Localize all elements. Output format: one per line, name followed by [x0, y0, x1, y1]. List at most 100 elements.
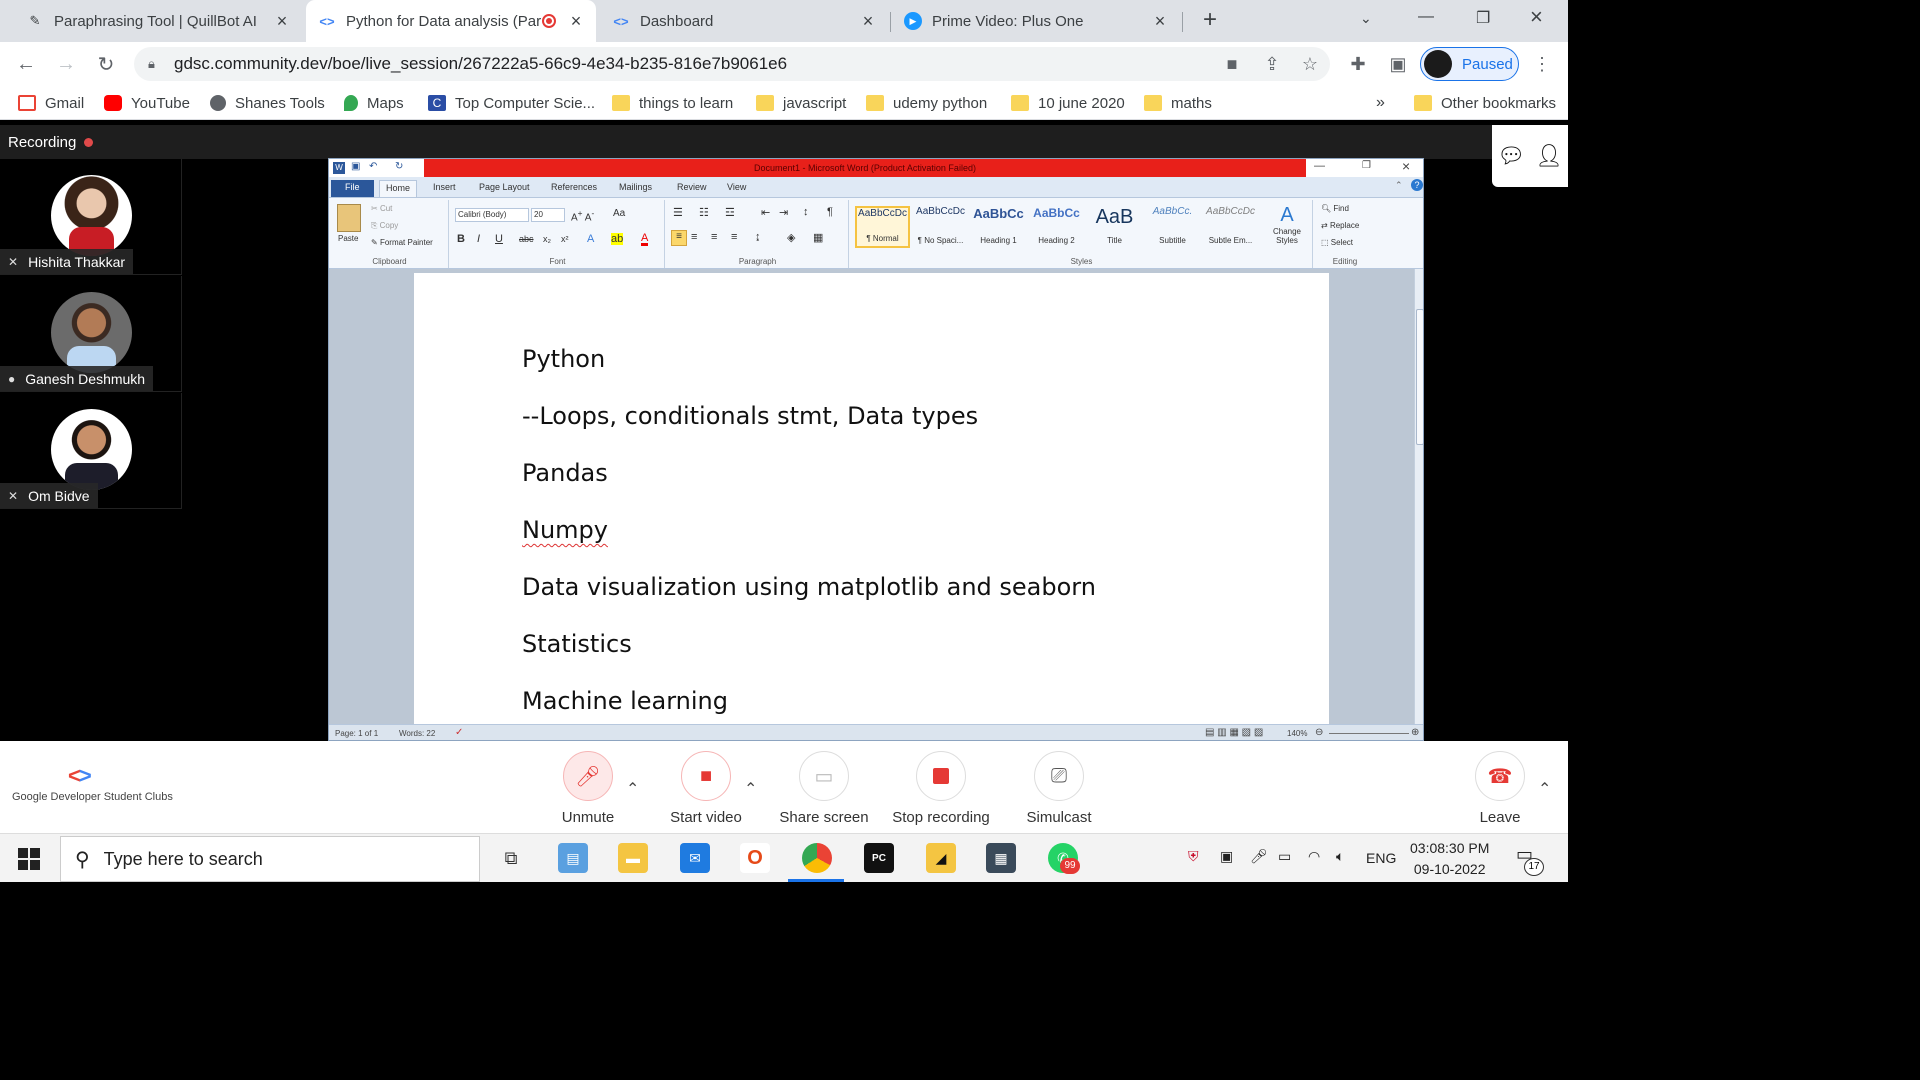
- participant-tile[interactable]: ● Ganesh Deshmukh: [0, 276, 182, 392]
- bookmark-udemy-python[interactable]: udemy python: [866, 92, 987, 114]
- select-button[interactable]: ⬚ Select: [1321, 238, 1353, 247]
- bookmark-10-june-2020[interactable]: 10 june 2020: [1011, 92, 1125, 114]
- style-heading-2[interactable]: AaBbCc Heading 2: [1029, 206, 1084, 248]
- word-minimize-icon[interactable]: —: [1314, 160, 1325, 172]
- window-close-icon[interactable]: ×: [1530, 4, 1543, 30]
- mail-icon[interactable]: ✉: [680, 843, 710, 873]
- font-size-select[interactable]: 20: [531, 208, 565, 222]
- style-normal[interactable]: AaBbCcDc ¶ Normal: [855, 206, 910, 248]
- copy-button[interactable]: ⎘ Copy: [371, 221, 398, 231]
- bookmark-things-to-learn[interactable]: things to learn: [612, 92, 733, 114]
- audio-options-chevron-icon[interactable]: ⌃: [626, 779, 639, 799]
- participant-tile[interactable]: ✕ Hishita Thakkar: [0, 159, 182, 275]
- chrome-icon[interactable]: [802, 843, 832, 873]
- profile-button[interactable]: Paused: [1420, 47, 1519, 81]
- page-count[interactable]: Page: 1 of 1: [335, 729, 378, 738]
- tab-quillbot[interactable]: ✎ Paraphrasing Tool | QuillBot AI ×: [14, 0, 302, 42]
- show-marks-icon[interactable]: ¶: [827, 206, 833, 218]
- numbering-icon[interactable]: ☷: [699, 206, 709, 219]
- leave-options-chevron-icon[interactable]: ⌃: [1538, 779, 1551, 799]
- video-options-chevron-icon[interactable]: ⌃: [744, 779, 757, 799]
- align-left-icon[interactable]: ≡: [671, 230, 687, 246]
- style-subtitle[interactable]: AaBbCc. Subtitle: [1145, 206, 1200, 248]
- word-count[interactable]: Words: 22: [399, 729, 435, 738]
- line-spacing-icon[interactable]: ↨: [755, 231, 761, 243]
- ribbon-minimize-icon[interactable]: ⌃: [1395, 180, 1403, 191]
- close-icon[interactable]: ×: [1152, 11, 1168, 32]
- sticky-notes-icon[interactable]: ◢: [926, 843, 956, 873]
- tab-python-data-analysis[interactable]: <> Python for Data analysis (Par ×: [306, 0, 596, 42]
- help-icon[interactable]: ?: [1411, 179, 1423, 191]
- style-no-spacing[interactable]: AaBbCcDc ¶ No Spaci...: [913, 206, 968, 248]
- sort-icon[interactable]: ↕: [803, 206, 809, 218]
- vertical-scrollbar[interactable]: [1414, 269, 1423, 724]
- style-heading-1[interactable]: AaBbCc Heading 1: [971, 206, 1026, 248]
- bookmark-gmail[interactable]: Gmail: [18, 92, 84, 114]
- menu-icon[interactable]: ⋮: [1526, 48, 1558, 80]
- language-indicator[interactable]: ENG: [1366, 850, 1396, 866]
- bullets-icon[interactable]: ☰: [673, 206, 683, 219]
- camera-icon[interactable]: ■: [1216, 48, 1248, 80]
- quick-access-save-icon[interactable]: ▣: [351, 161, 360, 172]
- format-painter-button[interactable]: ✎ Format Painter: [371, 238, 433, 247]
- grow-font-icon[interactable]: A+ A-: [571, 208, 594, 223]
- font-color-icon[interactable]: A: [641, 233, 649, 246]
- other-bookmarks[interactable]: Other bookmarks: [1414, 92, 1556, 114]
- view-buttons[interactable]: ▤ ▥ ▦ ▧ ▨: [1205, 727, 1263, 738]
- battery-icon[interactable]: ▭: [1278, 848, 1291, 865]
- bold-button[interactable]: B: [457, 233, 465, 245]
- close-icon[interactable]: ×: [568, 11, 584, 32]
- bookmarks-overflow-button[interactable]: »: [1376, 92, 1385, 114]
- close-icon[interactable]: ×: [274, 11, 290, 32]
- windows-start-icon[interactable]: [18, 848, 40, 870]
- word-tab-insert[interactable]: Insert: [427, 180, 462, 197]
- chat-icon[interactable]: 💬︎: [1497, 143, 1525, 169]
- align-center-icon[interactable]: ≡: [691, 231, 697, 243]
- highlight-icon[interactable]: ab: [611, 233, 624, 245]
- extensions-icon[interactable]: ✚: [1342, 48, 1374, 80]
- share-icon[interactable]: ⇪: [1256, 48, 1288, 80]
- tab-dashboard[interactable]: <> Dashboard ×: [600, 0, 888, 42]
- new-tab-button[interactable]: +: [1196, 6, 1224, 34]
- clock[interactable]: 03:08:30 PM 09-10-2022: [1410, 838, 1489, 880]
- scrollbar-thumb[interactable]: [1416, 309, 1423, 445]
- change-case-icon[interactable]: Aa: [613, 208, 625, 219]
- paste-icon[interactable]: [337, 204, 361, 232]
- text-effects-icon[interactable]: A: [587, 233, 594, 245]
- back-icon[interactable]: ←: [12, 50, 40, 78]
- justify-icon[interactable]: ≡: [731, 231, 737, 243]
- stop-recording-button[interactable]: Stop recording: [881, 751, 1001, 826]
- underline-button[interactable]: U: [495, 233, 503, 245]
- word-tab-mailings[interactable]: Mailings: [613, 180, 658, 197]
- restore-icon[interactable]: ❐: [1476, 8, 1490, 28]
- align-right-icon[interactable]: ≡: [711, 231, 717, 243]
- bookmark-maths[interactable]: maths: [1144, 92, 1212, 114]
- cut-button[interactable]: ✂ Cut: [371, 204, 392, 213]
- share-screen-button[interactable]: ▭ Share screen: [764, 751, 884, 826]
- bookmark-star-icon[interactable]: ☆: [1294, 48, 1326, 80]
- tab-search-icon[interactable]: ⌄: [1360, 10, 1372, 27]
- participants-icon[interactable]: 👤︎: [1535, 143, 1563, 169]
- forward-icon[interactable]: →: [52, 50, 80, 78]
- file-explorer-icon[interactable]: ▬: [618, 843, 648, 873]
- wifi-icon[interactable]: ◠: [1308, 848, 1320, 865]
- tab-prime-video[interactable]: ▶ Prime Video: Plus One ×: [892, 0, 1180, 42]
- word-close-icon[interactable]: ×: [1402, 159, 1410, 174]
- increase-indent-icon[interactable]: ⇥: [779, 206, 788, 219]
- minimize-icon[interactable]: —: [1418, 8, 1434, 26]
- task-view-icon[interactable]: ⧉: [496, 843, 526, 873]
- borders-icon[interactable]: ▦: [813, 231, 823, 244]
- bookmark-shanes-tools[interactable]: Shanes Tools: [210, 92, 325, 114]
- strikethrough-button[interactable]: abc: [519, 234, 534, 244]
- calculator-icon[interactable]: ▦: [986, 843, 1016, 873]
- simulcast-button[interactable]: ⎚ Simulcast: [999, 751, 1119, 826]
- change-styles-button[interactable]: A Change Styles: [1263, 204, 1311, 245]
- decrease-indent-icon[interactable]: ⇤: [761, 206, 770, 219]
- replace-button[interactable]: ⇄ Replace: [1321, 221, 1359, 230]
- microphone-tray-icon[interactable]: 🎤︎: [1250, 848, 1268, 865]
- subscript-button[interactable]: x₂: [543, 234, 551, 244]
- font-name-select[interactable]: Calibri (Body): [455, 208, 529, 222]
- bookmark-maps[interactable]: Maps: [344, 92, 404, 114]
- bookmark-top-computer-science[interactable]: C Top Computer Scie...: [428, 92, 595, 114]
- proofing-icon[interactable]: ✓: [455, 727, 463, 738]
